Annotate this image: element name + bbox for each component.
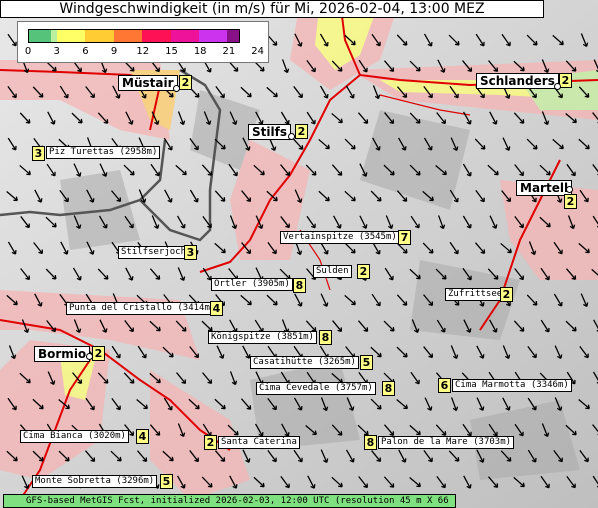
legend-tick-label: 9	[110, 46, 118, 57]
place-value-cima-marmotta: 6	[438, 378, 451, 393]
legend-swatch	[142, 30, 171, 42]
legend-swatch	[199, 30, 227, 42]
legend-tick-label: 0	[24, 46, 32, 57]
place-label-santa-caterina: Santa Caterina	[218, 436, 300, 449]
legend-tick-label: 18	[193, 46, 207, 57]
wind-speed-legend: 0 3 6 9 12 15 18 21 24	[17, 21, 269, 63]
place-value-vertainspitze: 7	[398, 230, 411, 245]
legend-swatch	[85, 30, 114, 42]
place-value-sulden: 2	[357, 264, 370, 279]
town-marker-stilfs	[288, 133, 295, 140]
place-label-palon-de-la-mare: Palon de la Mare (3703m)	[378, 436, 515, 449]
place-label-casatihuette: Casatihütte (3265m)	[250, 356, 359, 369]
town-value-stilfs: 2	[295, 124, 308, 139]
place-label-stilfserjoch: Stilfserjoch	[118, 246, 190, 259]
place-label-sulden: Sulden	[313, 265, 352, 278]
place-value-casatihuette: 5	[360, 355, 373, 370]
town-value-muestair: 2	[179, 75, 192, 90]
place-value-santa-caterina: 2	[204, 435, 217, 450]
legend-swatch	[227, 30, 239, 42]
town-label-bormio: Bormio	[34, 346, 91, 362]
place-label-zufrittsee: Zufrittsee	[445, 288, 506, 301]
place-value-cima-cevedale: 8	[382, 381, 395, 396]
place-value-zufrittsee: 2	[500, 287, 513, 302]
wind-map: Windgeschwindigkeit (in m/s) für Mi, 202…	[0, 0, 598, 508]
town-marker-bormio	[86, 353, 93, 360]
legend-tick-label: 15	[165, 46, 178, 57]
town-label-muestair: Müstair	[118, 75, 178, 91]
place-value-punta-del-cristallo: 4	[210, 301, 223, 316]
place-label-koenigspitze: Königspitze (3851m)	[208, 331, 317, 344]
map-title: Windgeschwindigkeit (in m/s) für Mi, 202…	[0, 0, 544, 18]
place-label-punta-del-cristallo: Punta del Cristallo (3414m)	[66, 302, 219, 315]
town-label-stilfs: Stilfs	[248, 124, 291, 140]
legend-swatch	[171, 30, 199, 42]
forecast-footer: GFS-based MetGIS Fcst, initialized 2026-…	[3, 494, 456, 508]
town-marker-martell	[566, 186, 573, 193]
place-value-monte-sobretta: 5	[160, 474, 173, 489]
legend-swatch	[57, 30, 85, 42]
town-value-bormio: 2	[92, 346, 105, 361]
legend-swatch	[114, 30, 142, 42]
legend-tick-label: 12	[136, 46, 150, 57]
place-label-vertainspitze: Vertainspitze (3545m)	[280, 231, 400, 244]
place-value-palon-de-la-mare: 8	[364, 435, 377, 450]
place-label-cima-cevedale: Cima Cevedale (3757m)	[256, 382, 376, 395]
place-label-cima-marmotta: Cima Marmotta (3346m)	[452, 379, 572, 392]
legend-color-bar	[28, 29, 240, 43]
place-value-koenigspitze: 8	[319, 330, 332, 345]
town-marker-schlanders	[554, 83, 561, 90]
town-value-martell: 2	[564, 194, 577, 209]
place-label-monte-sobretta: Monte Sobretta (3296m)	[32, 475, 158, 488]
legend-tick-label: 3	[53, 46, 60, 57]
town-label-schlanders: Schlanders	[476, 73, 559, 89]
legend-swatch	[29, 30, 51, 42]
place-label-cima-bianca: Cima Bianca (3020m)	[20, 430, 129, 443]
legend-tick-label: 24	[251, 46, 264, 57]
place-value-piz-turettas: 3	[32, 146, 45, 161]
place-value-stilfserjoch: 3	[184, 245, 197, 260]
legend-tick-label: 21	[222, 46, 236, 57]
place-value-cima-bianca: 4	[136, 429, 149, 444]
place-label-ortler: Ortler (3905m)	[211, 278, 293, 291]
place-value-ortler: 8	[293, 278, 306, 293]
place-label-piz-turettas: Piz Turettas (2958m)	[46, 146, 161, 159]
town-marker-muestair	[173, 85, 180, 92]
legend-tick-label: 6	[82, 46, 89, 57]
